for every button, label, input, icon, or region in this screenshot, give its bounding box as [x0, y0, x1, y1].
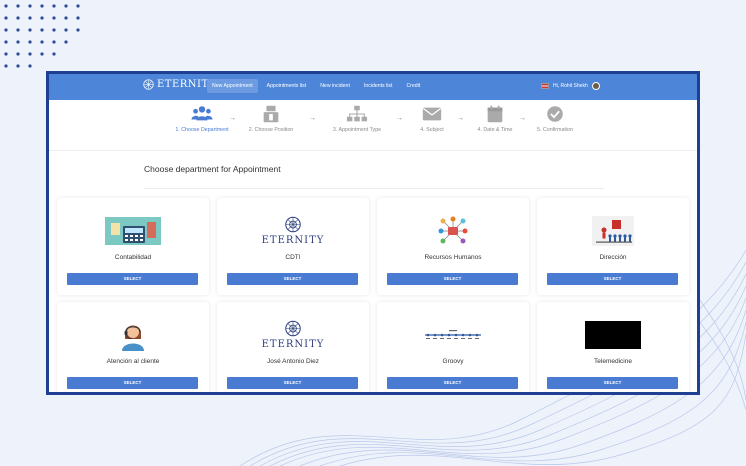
department-name: Atención al cliente	[106, 358, 160, 365]
step-label: 2. Choose Position	[248, 127, 294, 133]
sitemap-icon	[346, 105, 368, 122]
support-agent-image	[57, 320, 209, 351]
arrow-right-icon: →	[229, 115, 236, 122]
app-window: ETERNITY New Appointment Appointments li…	[46, 71, 700, 395]
department-name: Recursos Humanos	[424, 254, 482, 261]
logo-text: ETERNITY	[261, 235, 325, 246]
wizard-steps: 1. Choose Department → 2. Choose Positio…	[49, 104, 697, 144]
user-greeting: Hi, Rohit Shekh	[553, 83, 588, 89]
eternity-emblem-icon	[143, 79, 154, 90]
placeholder-image	[585, 321, 641, 349]
step-label: 5. Confirmation	[537, 127, 573, 133]
logo-text: ETERNITY	[261, 339, 325, 350]
accounting-image	[57, 216, 209, 246]
nav-credit[interactable]: Credit	[401, 79, 425, 93]
step-appointment-type[interactable]: 3. Appointment Type	[322, 104, 392, 133]
brand-logo[interactable]: ETERNITY	[143, 79, 216, 90]
eternity-logo: ETERNITY	[217, 320, 369, 350]
step-label: 3. Appointment Type	[332, 127, 382, 133]
step-confirmation[interactable]: 5. Confirmation	[520, 104, 590, 133]
eternity-emblem-icon	[285, 216, 301, 233]
envelope-icon	[422, 107, 442, 121]
nav-menu: New Appointment Appointments list New in…	[207, 79, 425, 93]
step-choose-department[interactable]: 1. Choose Department	[167, 104, 237, 133]
department-card[interactable]: Dirección SELECT	[537, 198, 689, 295]
arrow-right-icon: →	[309, 115, 316, 122]
department-card[interactable]: Contabilidad SELECT	[57, 198, 209, 295]
department-name: Telemedicine	[594, 358, 632, 365]
nav-incidents-list[interactable]: Incidents list	[359, 79, 398, 93]
department-card[interactable]: Atención al cliente SELECT	[57, 302, 209, 392]
timeline-image	[377, 320, 529, 350]
nav-new-incident[interactable]: New incident	[315, 79, 355, 93]
position-icon	[263, 105, 279, 123]
title-underline	[144, 188, 604, 189]
steps-divider	[49, 150, 697, 151]
user-menu[interactable]: Hi, Rohit Shekh	[541, 82, 600, 90]
hr-network-image	[377, 216, 529, 246]
step-choose-position[interactable]: 2. Choose Position	[236, 104, 306, 133]
department-name: Groovy	[442, 358, 464, 365]
step-label: 4. Subject	[420, 127, 444, 133]
nav-appointments-list[interactable]: Appointments list	[262, 79, 312, 93]
department-name: Contabilidad	[114, 254, 152, 261]
department-card[interactable]: Groovy SELECT	[377, 302, 529, 392]
department-name: Dirección	[599, 254, 627, 261]
department-name: CDTI	[285, 254, 301, 261]
department-grid: Contabilidad SELECT ETERNITY CDTI SELECT	[57, 198, 691, 392]
dot-pattern	[4, 4, 80, 68]
select-button[interactable]: SELECT	[67, 377, 198, 389]
department-card[interactable]: ETERNITY José Antonio Diez SELECT	[217, 302, 369, 392]
check-circle-icon	[547, 106, 563, 122]
avatar[interactable]	[591, 82, 600, 90]
select-button[interactable]: SELECT	[547, 377, 678, 389]
calendar-icon	[487, 105, 503, 123]
select-button[interactable]: SELECT	[227, 377, 358, 389]
step-label: 1. Choose Department	[175, 127, 229, 133]
select-button[interactable]: SELECT	[387, 273, 518, 285]
top-navbar: ETERNITY New Appointment Appointments li…	[49, 74, 697, 100]
page-title: Choose department for Appointment	[144, 164, 281, 174]
flag-icon[interactable]	[541, 83, 549, 89]
select-button[interactable]: SELECT	[547, 273, 678, 285]
eternity-emblem-icon	[285, 320, 301, 337]
select-button[interactable]: SELECT	[227, 273, 358, 285]
black-image	[537, 320, 689, 350]
select-button[interactable]: SELECT	[67, 273, 198, 285]
department-card[interactable]: Telemedicine SELECT	[537, 302, 689, 392]
eternity-logo: ETERNITY	[217, 216, 369, 246]
department-name: José Antonio Diez	[266, 358, 320, 365]
department-card[interactable]: ETERNITY CDTI SELECT	[217, 198, 369, 295]
select-button[interactable]: SELECT	[387, 377, 518, 389]
users-icon	[191, 106, 213, 121]
leadership-image	[537, 216, 689, 246]
department-card[interactable]: Recursos Humanos SELECT	[377, 198, 529, 295]
nav-new-appointment[interactable]: New Appointment	[207, 79, 258, 93]
